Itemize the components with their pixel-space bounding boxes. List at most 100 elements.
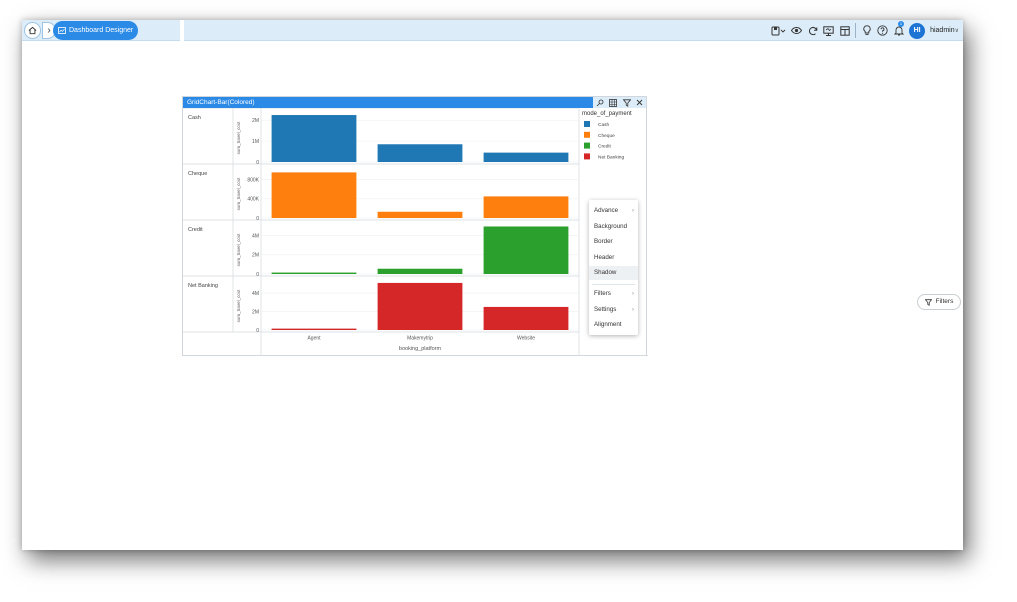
menu-item-border[interactable]: Border [589, 235, 638, 249]
app-window: › Dashboard Designer HI hiadmin∨ 1 GridC… [22, 20, 963, 550]
home-icon [28, 26, 37, 35]
row-label: Net Banking [188, 283, 218, 289]
legend-swatch [584, 131, 590, 138]
bar-cheque-makemytrip[interactable] [377, 211, 463, 218]
y-tick-label: 0 [256, 160, 259, 166]
bar-credit-agent[interactable] [271, 272, 357, 274]
help-icon[interactable] [877, 25, 888, 36]
chevron-right-icon: › [632, 306, 634, 313]
y-tick-label: 0 [256, 272, 259, 278]
bar-net-banking-makemytrip[interactable] [377, 282, 463, 330]
preview-eye-icon[interactable] [791, 25, 803, 36]
legend-entry[interactable]: Cheque [598, 133, 615, 139]
y-tick-label: 4M [252, 233, 259, 239]
legend-entry[interactable]: Cash [598, 122, 610, 128]
y-tick-label: 400K [247, 197, 259, 203]
x-tick-label: Agent [307, 336, 321, 342]
menu-item-label: Shadow [594, 269, 617, 277]
breadcrumb-label: Dashboard Designer [69, 27, 134, 34]
toolbar: HI hiadmin∨ [771, 22, 959, 39]
y-tick-label: 0 [256, 328, 259, 334]
dashboard-designer-icon [58, 27, 66, 34]
legend-title: mode_of_payment [582, 111, 632, 117]
filter-icon[interactable] [622, 98, 631, 107]
present-icon[interactable] [823, 25, 834, 36]
bar-net-banking-agent[interactable] [271, 328, 357, 330]
bar-cash-agent[interactable] [271, 115, 357, 162]
breadcrumb-dashboard-designer[interactable]: Dashboard Designer [53, 21, 139, 40]
widget-context-menu: Advance › Background Border Header Shadow Filt… [589, 200, 638, 335]
chevron-right-icon: › [632, 208, 634, 214]
y-tick-label: 2M [252, 309, 259, 315]
y-tick-label: 0 [256, 216, 259, 222]
x-tick-label: Website [517, 336, 535, 342]
home-button[interactable] [24, 22, 41, 39]
bar-credit-makemytrip[interactable] [377, 268, 463, 274]
toolbar-divider [855, 23, 857, 38]
y-axis-title: sum_travel_cost [236, 233, 241, 267]
menu-separator [592, 284, 635, 285]
widget-actions [593, 97, 646, 108]
avatar[interactable]: HI [909, 22, 926, 39]
menu-item-background[interactable]: Background [589, 220, 638, 234]
username-label: hiadmin [930, 27, 955, 34]
chevron-right-icon: › [632, 291, 634, 297]
refresh-icon[interactable] [807, 25, 818, 36]
grid-icon[interactable] [609, 98, 618, 107]
y-axis-title: sum_travel_cost [236, 121, 241, 155]
menu-item-label: Border [594, 238, 613, 246]
menu-item-filters[interactable]: Filters › [589, 287, 638, 301]
bar-cheque-agent[interactable] [271, 172, 357, 218]
menu-item-label: Filters [594, 290, 611, 297]
layout-icon[interactable] [839, 25, 850, 36]
filter-icon [924, 298, 932, 306]
y-tick-label: 2M [252, 253, 259, 259]
row-label: Cash [188, 115, 201, 121]
bar-net-banking-website[interactable] [483, 306, 569, 330]
menu-item-advance[interactable]: Advance › [589, 204, 638, 218]
menu-item-label: Advance [594, 207, 619, 214]
menu-item-label: Background [594, 222, 628, 230]
menu-item-label: Alignment [594, 321, 622, 329]
menu-item-settings[interactable]: Settings › [589, 303, 638, 317]
username-dropdown[interactable]: hiadmin∨ [930, 27, 959, 34]
top-bar: › Dashboard Designer HI hiadmin∨ 1 [22, 20, 963, 41]
grid-chart-widget[interactable]: GridChart-Bar(Colored) Cash sum_travel_co… [182, 96, 648, 356]
grid-bar-chart: Cash sum_travel_cost 0 1M 2M Cheque sum_travel… [183, 108, 648, 356]
menu-item-header[interactable]: Header [589, 251, 638, 265]
filters-label: Filters [935, 298, 954, 305]
bar-credit-website[interactable] [483, 226, 569, 274]
filters-button[interactable]: Filters [917, 294, 961, 310]
y-axis-title: sum_travel_cost [236, 177, 241, 211]
notification-badge: 1 [898, 21, 904, 27]
menu-item-label: Settings [594, 305, 617, 313]
bulb-icon[interactable] [861, 25, 872, 36]
y-tick-label: 2M [252, 118, 259, 124]
bar-cash-makemytrip[interactable] [377, 144, 463, 162]
row-label: Cheque [188, 171, 207, 177]
tab-divider [180, 20, 184, 41]
legend-entry[interactable]: Net Banking [598, 154, 624, 160]
legend-swatch [584, 153, 590, 160]
menu-item-label: Header [594, 253, 615, 261]
legend-entry[interactable]: Credit [598, 144, 611, 150]
bar-cheque-website[interactable] [483, 196, 569, 218]
y-axis-title: sum_travel_cost [236, 289, 241, 323]
menu-item-alignment[interactable]: Alignment [589, 318, 638, 332]
y-tick-label: 1M [252, 139, 259, 145]
menu-item-shadow[interactable]: Shadow [589, 266, 638, 281]
row-label: Credit [188, 227, 203, 233]
legend-swatch [584, 142, 590, 149]
x-axis-title: booking_platform [399, 346, 442, 352]
y-tick-label: 800K [247, 177, 259, 183]
chevron-down-icon: ∨ [954, 28, 959, 34]
close-icon[interactable] [636, 99, 643, 106]
x-tick-label: Makemytrip [407, 336, 433, 342]
bar-cash-website[interactable] [483, 152, 569, 162]
legend-swatch [584, 121, 590, 127]
pin-icon[interactable] [596, 99, 604, 107]
save-icon[interactable] [771, 25, 786, 36]
widget-header: GridChart-Bar(Colored) [183, 97, 646, 108]
y-tick-label: 4M [252, 291, 259, 297]
widget-title: GridChart-Bar(Colored) [187, 99, 255, 106]
